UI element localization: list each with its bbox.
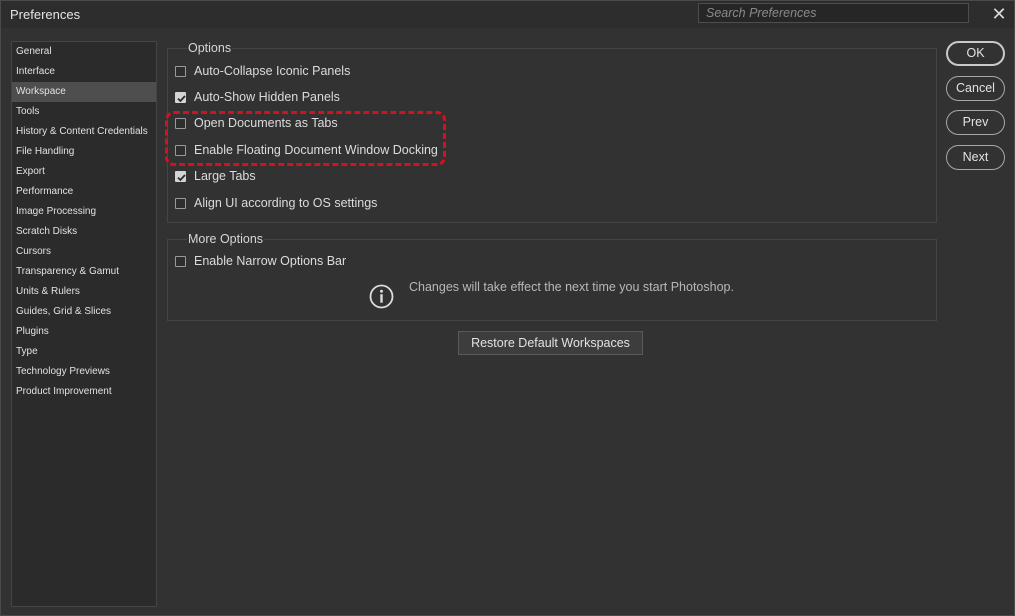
sidebar-item-workspace[interactable]: Workspace: [12, 82, 156, 102]
sidebar-item-export[interactable]: Export: [12, 162, 156, 182]
window-title: Preferences: [10, 7, 81, 22]
checkmark-icon: [177, 95, 186, 103]
sidebar-item-type[interactable]: Type: [12, 342, 156, 362]
prev-button[interactable]: Prev: [946, 110, 1005, 135]
checkbox-checked[interactable]: [175, 92, 186, 103]
sidebar-item-general[interactable]: General: [12, 42, 156, 62]
sidebar-item-performance[interactable]: Performance: [12, 182, 156, 202]
sidebar-item-transparency-gamut[interactable]: Transparency & Gamut: [12, 262, 156, 282]
highlight-annotation: [165, 111, 446, 166]
sidebar: General Interface Workspace Tools History & …: [11, 41, 157, 607]
more-options-group-title: More Options: [187, 232, 265, 246]
restore-default-workspaces-button[interactable]: Restore Default Workspaces: [458, 331, 643, 355]
next-button[interactable]: Next: [946, 145, 1005, 170]
close-icon[interactable]: ✕: [989, 4, 1009, 24]
sidebar-item-product-improvement[interactable]: Product Improvement: [12, 382, 156, 402]
sidebar-item-file-handling[interactable]: File Handling: [12, 142, 156, 162]
options-group-title: Options: [187, 41, 233, 55]
cancel-button[interactable]: Cancel: [946, 76, 1005, 101]
sidebar-item-cursors[interactable]: Cursors: [12, 242, 156, 262]
checkbox[interactable]: [175, 198, 186, 209]
checkbox-checked[interactable]: [175, 171, 186, 182]
checkbox[interactable]: [175, 66, 186, 77]
ok-button[interactable]: OK: [946, 41, 1005, 66]
option-label: Auto-Collapse Iconic Panels: [194, 64, 351, 78]
option-label: Large Tabs: [194, 169, 256, 183]
option-label: Enable Narrow Options Bar: [194, 254, 347, 268]
sidebar-item-units-rulers[interactable]: Units & Rulers: [12, 282, 156, 302]
preferences-window: Preferences Search Preferences ✕ General…: [0, 0, 1015, 616]
sidebar-item-scratch-disks[interactable]: Scratch Disks: [12, 222, 156, 242]
sidebar-item-image-processing[interactable]: Image Processing: [12, 202, 156, 222]
sidebar-item-guides-grid-slices[interactable]: Guides, Grid & Slices: [12, 302, 156, 322]
search-input[interactable]: Search Preferences: [698, 3, 969, 23]
title-bar: Preferences Search Preferences ✕: [1, 1, 1014, 28]
checkmark-icon: [177, 174, 186, 182]
sidebar-item-plugins[interactable]: Plugins: [12, 322, 156, 342]
option-label: Align UI according to OS settings: [194, 196, 378, 210]
sidebar-item-history-content-credentials[interactable]: History & Content Credentials: [12, 122, 156, 142]
info-icon: [369, 284, 394, 309]
info-message: Changes will take effect the next time y…: [409, 280, 734, 294]
option-label: Auto-Show Hidden Panels: [194, 90, 340, 104]
sidebar-item-interface[interactable]: Interface: [12, 62, 156, 82]
checkbox[interactable]: [175, 256, 186, 267]
sidebar-item-technology-previews[interactable]: Technology Previews: [12, 362, 156, 382]
sidebar-item-tools[interactable]: Tools: [12, 102, 156, 122]
